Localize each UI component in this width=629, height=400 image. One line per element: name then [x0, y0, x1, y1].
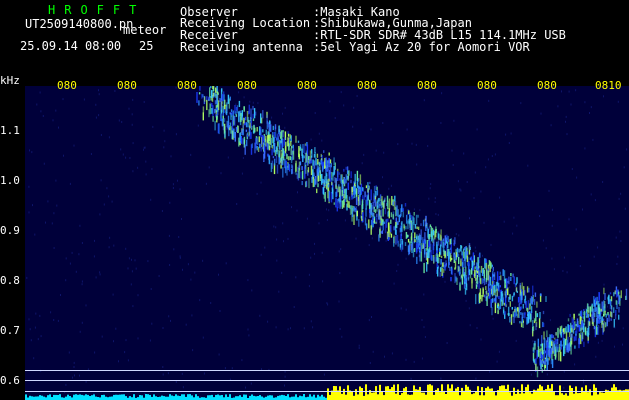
- x-tick: 080: [417, 79, 437, 92]
- y-tick-0.7: 0.7: [0, 324, 20, 337]
- reference-line: [25, 380, 629, 381]
- count-value: 25: [139, 39, 154, 53]
- x-tick: 080: [537, 79, 557, 92]
- y-tick-0.9: 0.9: [0, 224, 20, 237]
- meteor-trace: [26, 86, 628, 400]
- x-tick: 0810: [595, 79, 622, 92]
- spectrogram-svg: [25, 86, 629, 400]
- y-tick-1.1: 1.1: [0, 124, 20, 137]
- app-title: HROFFT: [48, 3, 146, 17]
- y-tick-1.0: 1.0: [0, 174, 20, 187]
- date-time: 25.09.14 08:00: [20, 39, 122, 53]
- x-tick: 080: [237, 79, 257, 92]
- file-name: UT2509140800.pn: [25, 17, 134, 31]
- antenna-value: :5el Yagi Az 20 for Aomori VOR: [313, 40, 530, 54]
- y-unit-label: kHz: [0, 74, 20, 87]
- x-tick: 080: [177, 79, 197, 92]
- x-tick: 080: [477, 79, 497, 92]
- x-tick: 080: [117, 79, 137, 92]
- x-tick: 080: [57, 79, 77, 92]
- y-tick-0.6: 0.6: [0, 374, 20, 387]
- y-tick-0.8: 0.8: [0, 274, 20, 287]
- antenna-label: Receiving antenna: [180, 40, 303, 54]
- amplitude-strip: [25, 384, 629, 400]
- x-tick: 080: [297, 79, 317, 92]
- x-tick: 080: [357, 79, 377, 92]
- mode-label: meteor: [123, 23, 167, 37]
- reference-line: [25, 370, 629, 371]
- spectrogram-plot: [25, 86, 629, 400]
- reference-line: [25, 391, 629, 392]
